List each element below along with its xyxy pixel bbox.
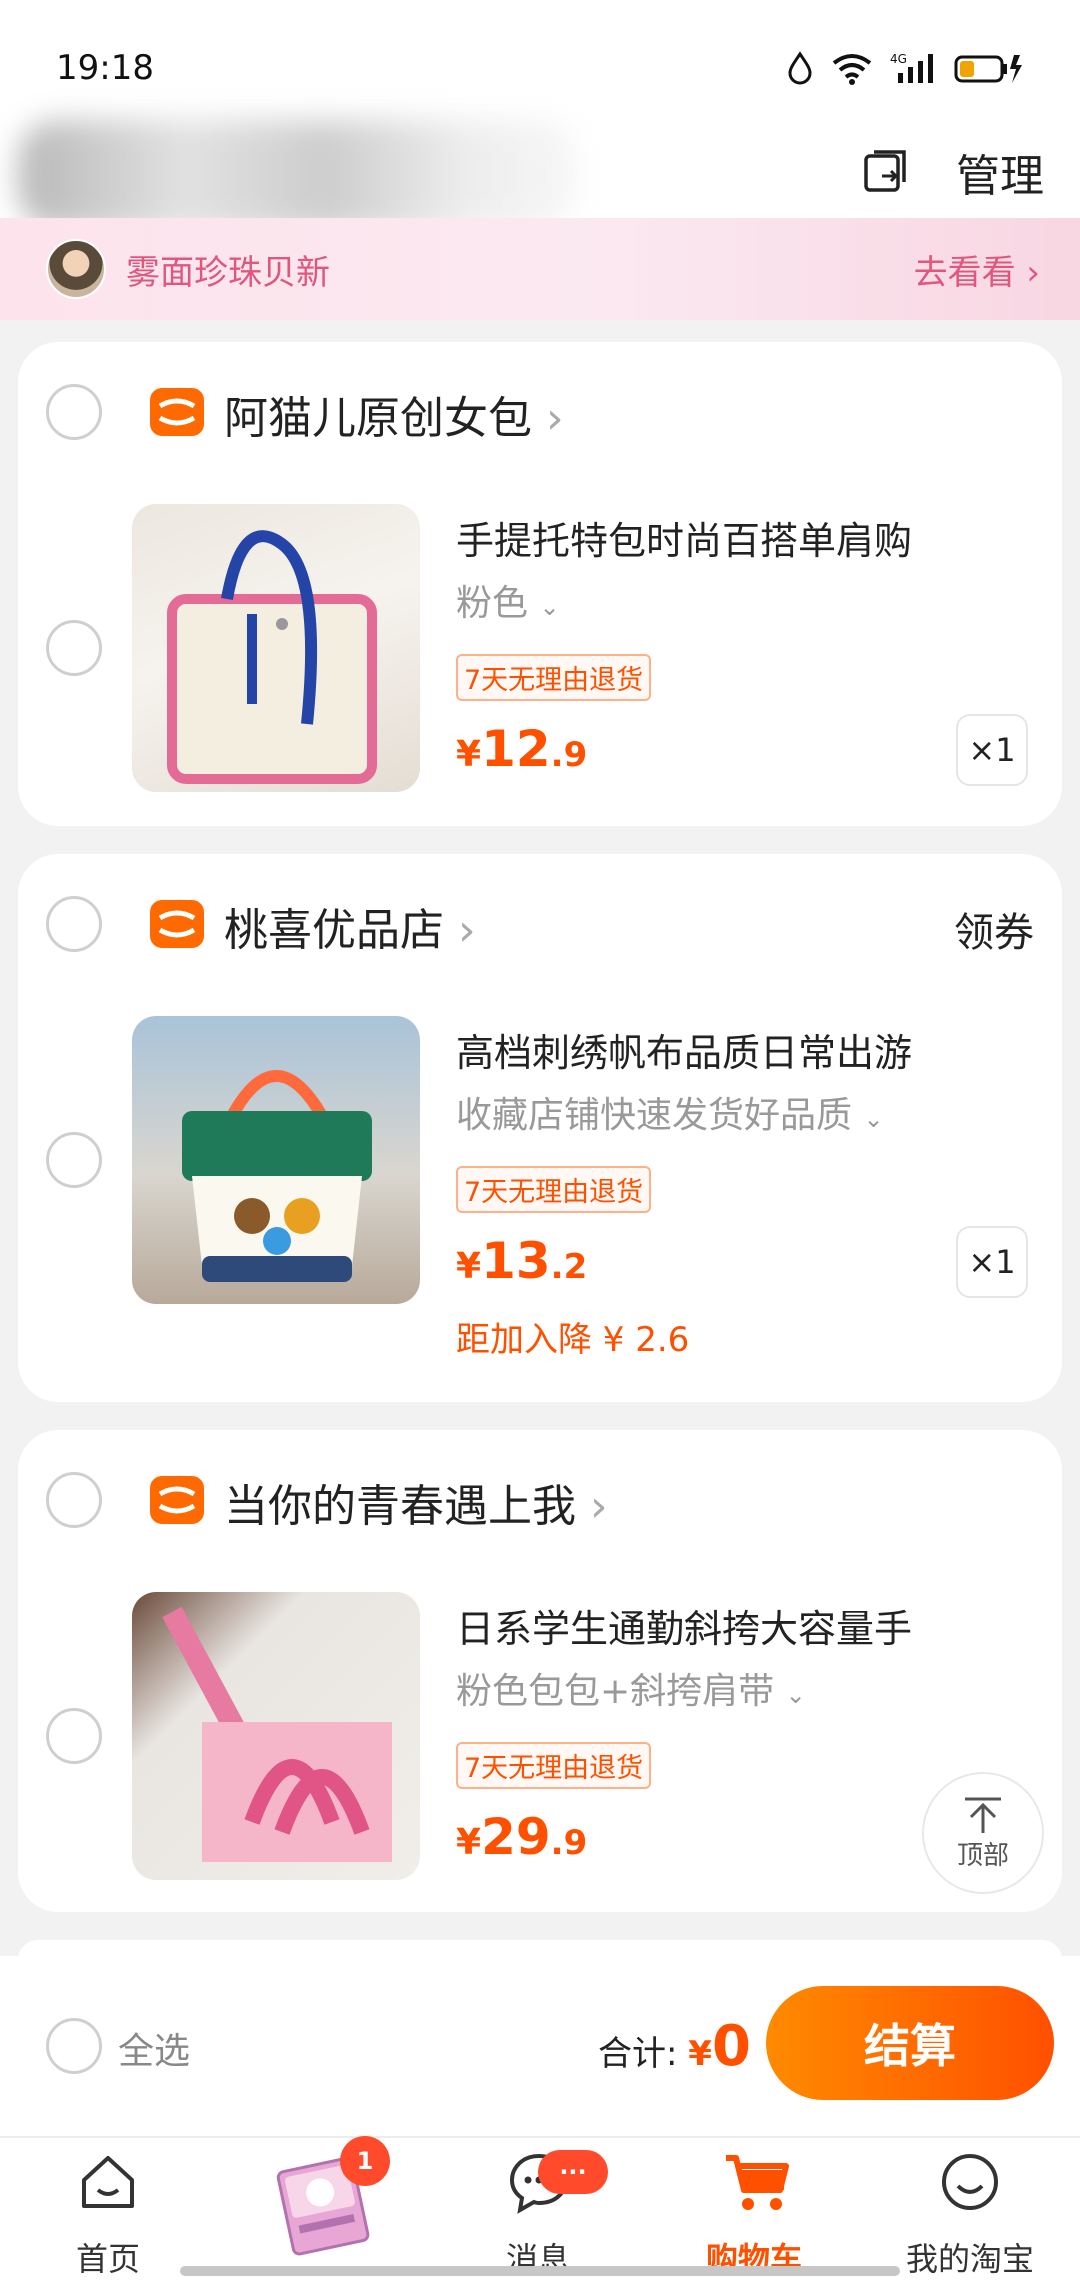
product-image[interactable] [132,1016,420,1304]
price-currency: ¥ [456,1246,482,1287]
shop-select-radio[interactable] [46,1472,102,1528]
shop-name: 当你的青春遇上我 [224,1481,576,1532]
banner-go-link[interactable]: 去看看 › [914,245,1040,294]
product-image[interactable] [132,1592,420,1880]
home-indicator[interactable] [180,2266,900,2276]
status-time: 19:18 [56,48,154,88]
return-policy-tag: 7天无理由退货 [456,1166,652,1213]
shop-icon [150,900,204,948]
sticker-badge: 1 [340,2136,390,2186]
product-title[interactable]: 高档刺绣帆布品质日常出游 [456,1022,912,1077]
shop-icon [150,1476,204,1524]
total-amount: 合计: ¥0 [598,2014,751,2079]
shop-header: 当你的青春遇上我 › [18,1430,1062,1570]
total-currency: ¥ [688,2034,712,2074]
blurred-title [18,120,578,230]
tab-my-taobao[interactable]: 我的淘宝 [870,2138,1070,2280]
promo-banner[interactable]: 雾面珍珠贝新 去看看 › [0,218,1080,320]
price-currency: ¥ [456,734,482,775]
total-value: 0 [711,2014,751,2079]
quantity-stepper[interactable]: ×1 [956,714,1028,786]
wifi-icon [832,54,872,85]
spec-text: 粉色包包+斜挎肩带 [456,1671,775,1712]
shop-name: 阿猫儿原创女包 [224,393,532,444]
shop-icon [150,388,204,436]
bottom-tab-bar: 首页 1 ··· 消息 购物车 我的淘宝 [0,2136,1080,2280]
back-to-top-label: 顶部 [956,1840,1009,1871]
product-title[interactable]: 日系学生通勤斜挎大容量手 [456,1598,912,1653]
copy-switch-icon[interactable] [862,148,910,196]
spec-text: 粉色 [456,583,529,624]
messages-badge: ··· [538,2150,608,2194]
shop-header: 桃喜优品店 › 领券 [18,854,1062,994]
banner-link-label: 去看看 [913,252,1016,293]
tab-my-taobao-label: 我的淘宝 [905,2240,1034,2278]
tab-messages[interactable]: ··· 消息 [438,2138,638,2280]
product-spec-selector[interactable]: 收藏店铺快速发货好品质 ⌄ [456,1086,884,1138]
signal-icon: 4G [890,52,933,83]
home-icon [82,2156,134,2208]
price-decimal: .9 [550,1823,588,1863]
checkout-button[interactable]: 结算 [766,1986,1054,2100]
banner-text: 雾面珍珠贝新 [126,252,330,293]
cart-icon [726,2155,789,2210]
checkout-bar: 全选 合计: ¥0 结算 [0,1956,1080,2136]
shop-card: 桃喜优品店 › 领券 高档刺绣帆布品质日常出游 收藏店铺快速发货好品质 ⌄ 7天… [18,854,1062,1402]
price-integer: 12 [481,720,551,778]
shop-name-link[interactable]: 当你的青春遇上我 › [224,1470,608,1534]
shop-select-radio[interactable] [46,896,102,952]
pink-bag-picture [162,1606,392,1862]
shop-name-link[interactable]: 阿猫儿原创女包 › [224,382,564,446]
arrow-up-icon [965,1797,1001,1833]
top-area: 19:18 4G 管理 雾面珍珠贝新 去看看 › [0,0,1080,320]
embroidered-bag-picture [182,1070,372,1282]
profile-icon [942,2154,998,2210]
shop-card: 阿猫儿原创女包 › 手提托特包时尚百搭单肩购 粉色 ⌄ 7天无理由退货 ¥12.… [18,342,1062,826]
tote-bag-picture [167,530,377,784]
total-label: 合计: [598,2034,678,2074]
header-actions: 管理 [862,140,1044,204]
manage-button[interactable]: 管理 [956,140,1044,204]
tab-home-label: 首页 [75,2240,140,2278]
product-spec-selector[interactable]: 粉色包包+斜挎肩带 ⌄ [456,1662,806,1714]
product-title[interactable]: 手提托特包时尚百搭单肩购 [456,510,912,565]
status-icons: 4G [786,51,1024,85]
shop-select-radio[interactable] [46,384,102,440]
battery-icon [954,55,1022,83]
tab-cart[interactable]: 购物车 [654,2138,854,2280]
spec-text: 收藏店铺快速发货好品质 [456,1095,853,1136]
price: ¥29.9 [456,1808,587,1866]
tab-home[interactable]: 首页 [8,2138,208,2280]
back-to-top-button[interactable]: 顶部 [922,1772,1044,1894]
status-bar: 19:18 4G [0,0,1080,96]
shop-card: 当你的青春遇上我 › 日系学生通勤斜挎大容量手 粉色包包+斜挎肩带 ⌄ 7天无理… [18,1430,1062,1912]
product-image[interactable] [132,504,420,792]
item-select-radio[interactable] [46,620,102,676]
coupon-button[interactable]: 领券 [954,900,1034,958]
return-policy-tag: 7天无理由退货 [456,654,652,701]
price-drop-note: 距加入降 ¥ 2.6 [456,1320,690,1360]
avatar [46,239,106,299]
tab-promo-sticker[interactable]: 1 [230,2136,430,2280]
cart-header: 管理 [0,120,1080,230]
price: ¥12.9 [456,720,587,778]
shop-header: 阿猫儿原创女包 › [18,342,1062,482]
select-all-label[interactable]: 全选 [118,2022,190,2074]
price-currency: ¥ [456,1822,482,1863]
select-all-radio[interactable] [46,2018,102,2074]
return-policy-tag: 7天无理由退货 [456,1742,652,1789]
price-decimal: .9 [550,735,588,775]
product-spec-selector[interactable]: 粉色 ⌄ [456,574,560,626]
shop-name-link[interactable]: 桃喜优品店 › [224,894,476,958]
quantity-stepper[interactable]: ×1 [956,1226,1028,1298]
svg-text:4G: 4G [890,52,907,66]
dnd-icon [788,51,812,85]
item-select-radio[interactable] [46,1132,102,1188]
price-integer: 13 [481,1232,551,1290]
item-select-radio[interactable] [46,1708,102,1764]
price: ¥13.2 [456,1232,587,1290]
price-integer: 29 [481,1808,551,1866]
price-decimal: .2 [550,1247,588,1287]
shop-name: 桃喜优品店 [224,905,444,956]
